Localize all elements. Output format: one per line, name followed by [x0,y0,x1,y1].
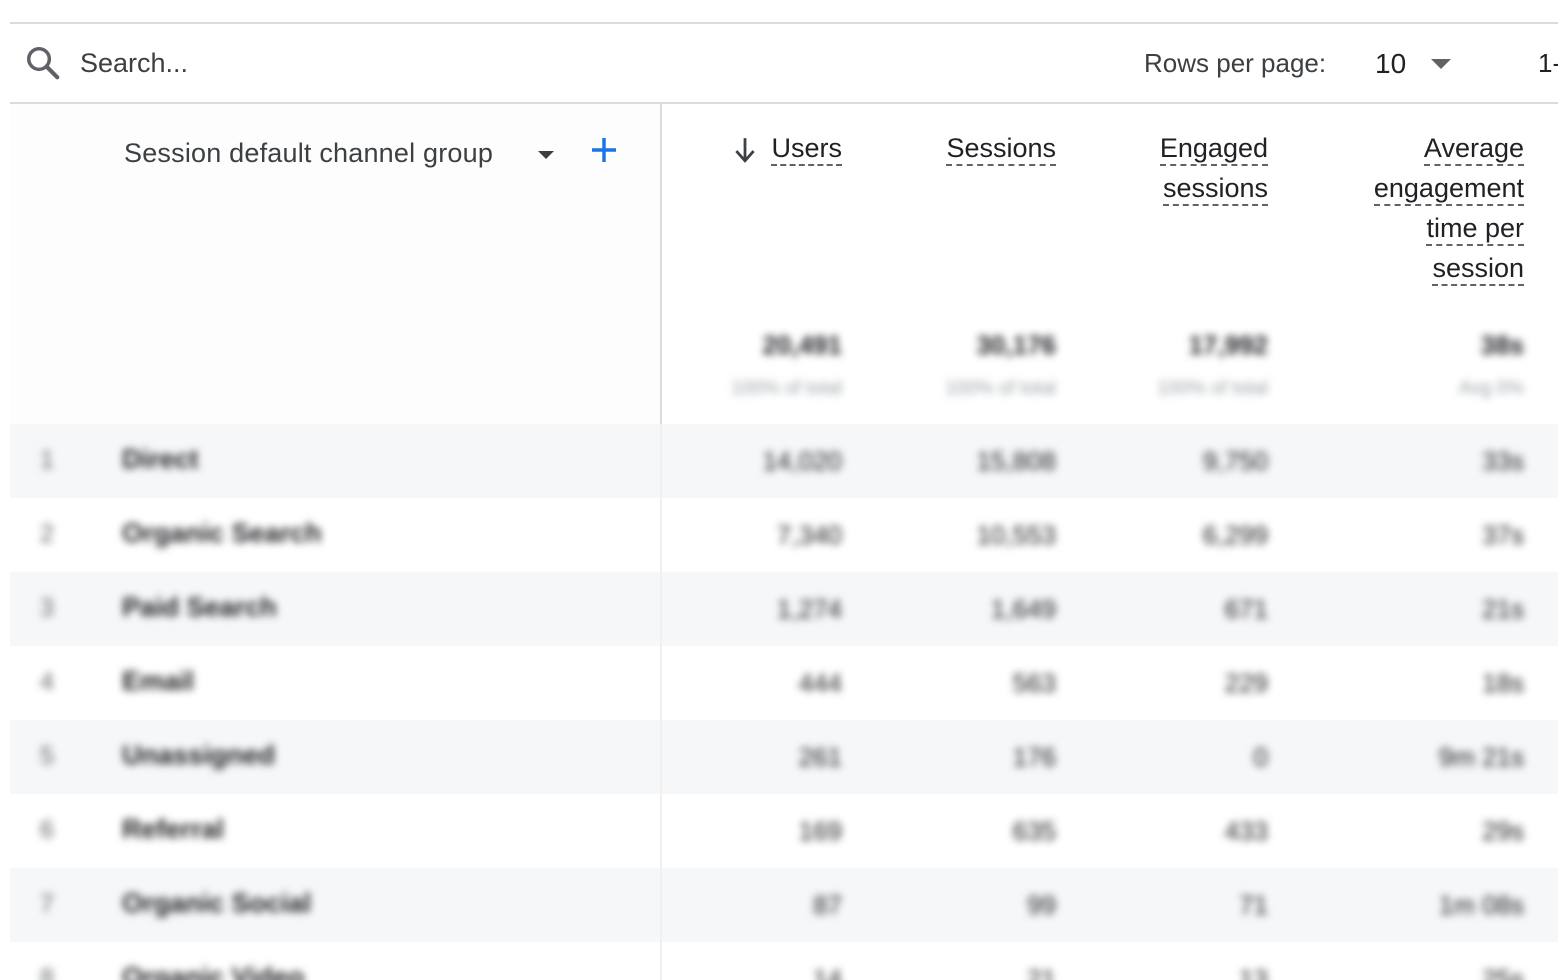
table-row[interactable]: 6 Referral 169 635 433 29s [10,794,1558,868]
row-channel-name[interactable]: Referral [122,814,224,845]
table-row[interactable]: 1 Direct 14,020 15,808 9,750 33s [10,424,1558,498]
row-metric-value: 1,274 [776,594,842,624]
metric-header-label: sessions [1162,173,1268,206]
row-channel-name[interactable]: Organic Social [122,888,311,919]
table-toolbar: Rows per page: 10 1- [10,24,1558,102]
row-metric-value: 1,649 [990,594,1056,624]
add-dimension-plus-icon[interactable] [588,134,620,166]
metric-header-1[interactable]: Sessions [856,128,1056,168]
total-percent-of-total: 100% of total [731,378,842,399]
search-icon[interactable] [24,44,62,82]
row-channel-name[interactable]: Email [122,666,194,697]
row-metric-value: 176 [1012,742,1056,772]
total-percent-of-total: 100% of total [1157,378,1268,399]
rows-per-page-value: 10 [1375,48,1407,79]
metric-header-label: session [1432,253,1524,286]
row-metric-value: 9,750 [1202,446,1268,476]
metric-header-label: time per [1426,213,1524,246]
row-metric-value: 13 [1239,964,1268,980]
row-index: 2 [40,520,54,548]
metric-header-2[interactable]: Engaged sessions [1068,128,1268,208]
row-metric-value: 14 [813,964,842,980]
total-value: 17,992 [1188,330,1268,360]
row-metric-value: 9m 21s [1438,742,1524,772]
rows-per-page-select[interactable]: 10 [1365,38,1465,88]
row-channel-name[interactable]: Organic Video [122,962,305,980]
row-index: 5 [40,742,54,770]
search-input[interactable] [80,42,500,84]
metric-header-label: Average [1423,133,1524,166]
row-index: 8 [40,964,54,980]
table-row[interactable]: 4 Email 444 563 229 18s [10,646,1558,720]
row-index: 6 [40,816,54,844]
row-metric-value: 37s [1482,520,1524,550]
dimension-header-label[interactable]: Session default channel group [124,138,493,169]
metric-header-label: Sessions [946,133,1056,166]
total-value: 30,176 [976,330,1056,360]
row-index: 1 [40,446,54,474]
table-row[interactable]: 3 Paid Search 1,274 1,649 671 21s [10,572,1558,646]
table-row[interactable]: 7 Organic Social 87 99 71 1m 08s [10,868,1558,942]
row-metric-value: 563 [1012,668,1056,698]
row-metric-value: 18s [1482,668,1524,698]
metric-header-label: Users [771,133,842,166]
row-metric-value: 99 [1027,890,1056,920]
row-metric-value: 6,299 [1202,520,1268,550]
dimension-dropdown-caret-icon[interactable] [538,151,554,159]
row-metric-value: 635 [1012,816,1056,846]
row-metric-value: 33s [1482,446,1524,476]
row-channel-name[interactable]: Organic Search [122,518,322,549]
row-index: 4 [40,668,54,696]
row-metric-value: 229 [1224,668,1268,698]
rows-per-page-label: Rows per page: [1144,48,1327,78]
row-channel-name[interactable]: Unassigned [122,740,275,771]
row-index: 3 [40,594,54,622]
metric-header-0[interactable]: Users [642,128,842,168]
table-row[interactable]: 8 Organic Video 14 21 13 25s [10,942,1558,980]
total-value: 38s [1480,330,1524,360]
row-metric-value: 1m 08s [1438,890,1524,920]
total-percent-of-total: 100% of total [945,378,1056,399]
total-value: 20,491 [762,330,842,360]
row-metric-value: 261 [798,742,842,772]
report-table-page: Rows per page: 10 1- Session default cha… [0,0,1558,980]
row-index: 7 [40,890,54,918]
row-metric-value: 71 [1239,890,1268,920]
row-metric-value: 10,553 [976,520,1056,550]
metric-header-3[interactable]: Average engagement time per session [1284,128,1524,288]
row-metric-value: 15,808 [976,446,1056,476]
row-metric-value: 671 [1224,594,1268,624]
table-row[interactable]: 5 Unassigned 261 176 0 9m 21s [10,720,1558,794]
row-metric-value: 87 [813,890,842,920]
row-metric-value: 25s [1482,964,1524,980]
row-metric-value: 29s [1482,816,1524,846]
pagination-range: 1- [1538,48,1558,78]
row-metric-value: 21 [1027,964,1056,980]
row-metric-value: 433 [1224,816,1268,846]
row-channel-name[interactable]: Direct [122,444,199,475]
metric-header-label: Engaged [1159,133,1268,166]
row-metric-value: 7,340 [776,520,842,550]
metric-header-label: engagement [1373,173,1524,206]
table-row[interactable]: 2 Organic Search 7,340 10,553 6,299 37s [10,498,1558,572]
total-percent-of-total: Avg 0% [1458,378,1524,399]
row-metric-value: 169 [798,816,842,846]
dropdown-caret-icon [1431,59,1451,69]
row-metric-value: 21s [1482,594,1524,624]
row-metric-value: 0 [1253,742,1268,772]
row-channel-name[interactable]: Paid Search [122,592,277,623]
row-metric-value: 444 [798,668,842,698]
row-metric-value: 14,020 [762,446,842,476]
dimension-header-cell: Session default channel group [10,104,660,424]
